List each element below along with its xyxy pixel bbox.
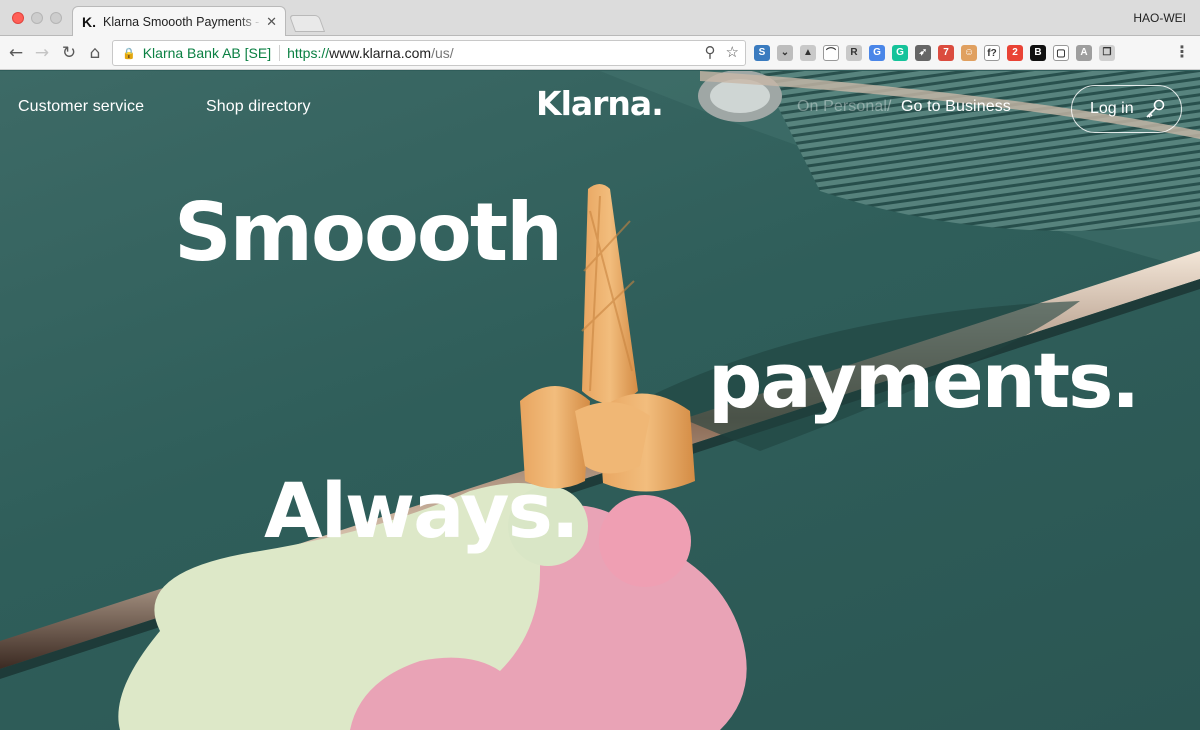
hero-headline-smoooth: Smoooth [174, 186, 563, 279]
copy-icon[interactable]: ❐ [1099, 45, 1115, 61]
url-scheme: https:// [287, 45, 330, 61]
minimize-window-button[interactable] [31, 12, 43, 24]
shop-directory-link[interactable]: Shop directory [206, 98, 311, 116]
new-tab-button[interactable] [288, 15, 326, 32]
hero-section: Customer service Shop directory Klarna. … [0, 71, 1200, 730]
hero-headline-payments: payments. [708, 336, 1140, 425]
pocket-icon[interactable]: ⌄ [777, 45, 793, 61]
log-in-label: Log in [1090, 100, 1134, 117]
r-extension-icon[interactable]: R [846, 45, 862, 61]
url-host: www.klarna.com [329, 45, 432, 61]
bookmark-star-icon[interactable]: ☆ [726, 43, 739, 63]
profile-name[interactable]: HAO-WEI [1133, 11, 1186, 25]
address-bar[interactable]: 🔒 Klarna Bank AB [SE] https:// www.klarn… [112, 40, 746, 66]
customer-service-link[interactable]: Customer service [18, 98, 144, 116]
lock-icon: 🔒 [122, 47, 136, 60]
b-extension-icon[interactable]: B [1030, 45, 1046, 61]
face-icon[interactable]: ☺ [961, 45, 977, 61]
forward-arrow-icon[interactable]: → [30, 41, 54, 65]
log-in-button[interactable]: Log in [1071, 85, 1182, 133]
tab-close-icon[interactable]: ✕ [266, 14, 277, 30]
s-extension-icon[interactable]: S [754, 45, 770, 61]
zoom-icon[interactable]: ⚲ [705, 43, 716, 63]
badge-icon[interactable]: 2 [1007, 45, 1023, 61]
reload-icon[interactable]: ↻ [57, 41, 81, 65]
active-tab[interactable]: K. Klarna Smoooth Payments - M ✕ [72, 6, 286, 37]
a-extension-icon[interactable]: A [1076, 45, 1092, 61]
site-identity[interactable]: Klarna Bank AB [SE] [143, 45, 271, 61]
drive-icon[interactable]: ▲ [800, 45, 816, 61]
grammarly-icon[interactable]: G [892, 45, 908, 61]
close-window-button[interactable] [12, 12, 24, 24]
key-icon [1146, 99, 1164, 118]
browser-tab-bar: K. Klarna Smoooth Payments - M ✕ HAO-WEI [0, 0, 1200, 37]
browser-menu-icon[interactable]: ⋮ [1174, 42, 1190, 61]
font-icon[interactable]: f? [984, 45, 1000, 61]
rocket-icon[interactable]: ➶ [915, 45, 931, 61]
rainbow-icon[interactable]: ⌒ [823, 45, 839, 61]
nav-separator: / [887, 98, 892, 115]
klarna-logo[interactable]: Klarna. [536, 84, 664, 123]
maximize-window-button[interactable] [50, 12, 62, 24]
todoist-icon[interactable]: 7 [938, 45, 954, 61]
home-icon[interactable]: ⌂ [83, 41, 107, 65]
klarna-favicon-icon: K. [82, 14, 96, 30]
window-icon[interactable]: ▢ [1053, 45, 1069, 61]
browser-toolbar: ← → ↻ ⌂ 🔒 Klarna Bank AB [SE] https:// w… [0, 36, 1200, 70]
extensions-row: S ⌄ ▲ ⌒ R G G ➶ 7 ☺ f? 2 B ▢ A ❐ [754, 45, 1115, 61]
back-arrow-icon[interactable]: ← [4, 41, 28, 65]
translate-icon[interactable]: G [869, 45, 885, 61]
tab-title: Klarna Smoooth Payments - M [103, 15, 263, 29]
hero-headline-always: Always. [264, 466, 580, 555]
on-personal-link[interactable]: On Personal [797, 98, 887, 116]
omnibox-divider [279, 45, 281, 61]
url-path: /us/ [431, 45, 454, 61]
go-to-business-link[interactable]: Go to Business [901, 98, 1011, 116]
